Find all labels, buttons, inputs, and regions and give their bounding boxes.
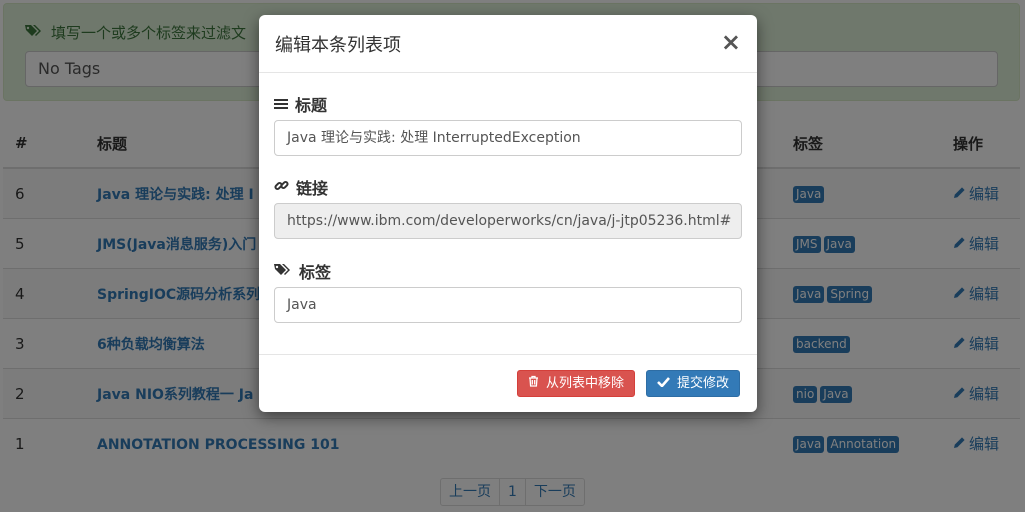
remove-button-label: 从列表中移除 [546,376,625,391]
check-icon [657,370,670,397]
tags-input[interactable]: Java [274,287,742,323]
edit-item-modal: 编辑本条列表项 × 标题 Java 理论与实践: 处理 InterruptedE… [259,15,757,412]
trash-icon [528,370,539,397]
link-field-label: 链接 [274,175,328,199]
submit-changes-button[interactable]: 提交修改 [646,370,741,397]
modal-header: 编辑本条列表项 × [259,15,757,73]
title-label-text: 标题 [295,96,328,115]
tags-icon [274,262,292,281]
tags-label-text: 标签 [299,263,332,282]
link-input[interactable]: https://www.ibm.com/developerworks/cn/ja… [274,203,742,239]
modal-title: 编辑本条列表项 [275,35,401,56]
title-field-label: 标题 [274,92,327,116]
modal-footer: 从列表中移除 提交修改 [259,354,757,412]
link-icon [274,178,289,197]
tags-field-label: 标签 [274,259,331,283]
link-label-text: 链接 [296,179,329,198]
bars-icon [274,95,288,114]
remove-from-list-button[interactable]: 从列表中移除 [517,370,636,397]
close-icon[interactable]: × [721,30,741,54]
submit-button-label: 提交修改 [677,376,730,391]
title-input[interactable]: Java 理论与实践: 处理 InterruptedException [274,120,742,156]
